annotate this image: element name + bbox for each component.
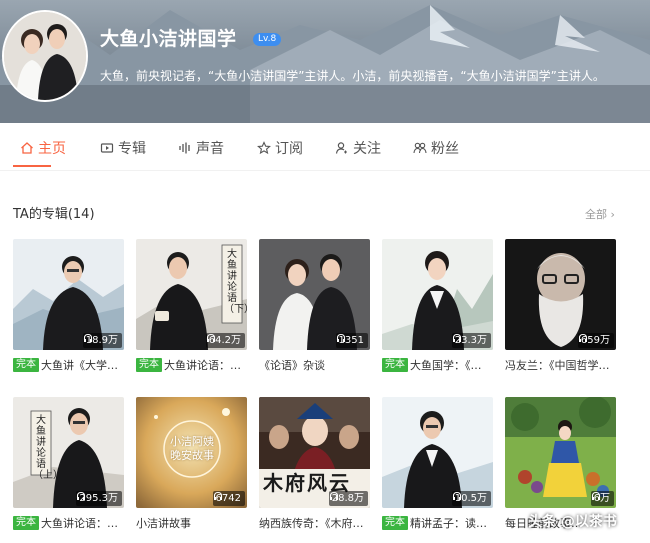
profile-title: 大鱼小洁讲国学 xyxy=(100,28,237,50)
headphone-icon xyxy=(336,333,345,342)
headphone-icon xyxy=(213,491,222,500)
level-badge: Lv.8 xyxy=(253,33,282,46)
cover-text: 大鱼讲论语（上） xyxy=(33,415,63,481)
view-all-label: 全部 xyxy=(585,208,607,221)
tab-sounds[interactable]: 声音 xyxy=(178,136,224,160)
profile-description: 大鱼，前央视记者，“大鱼小洁讲国学”主讲人。小洁，前央视播音，“大鱼小洁讲国学”… xyxy=(100,69,605,83)
album-title: 大鱼讲《大学… xyxy=(41,359,118,372)
section-title: TA的专辑(14) xyxy=(13,207,95,222)
tab-home[interactable]: 主页 xyxy=(20,136,66,160)
profile-banner: 大鱼小洁讲国学 Lv.8 大鱼，前央视记者，“大鱼小洁讲国学”主讲人。小洁，前央… xyxy=(0,0,650,123)
album-cover[interactable]: 木府风云 28.8万 xyxy=(259,397,370,508)
album-cover[interactable]: 10.5万 xyxy=(382,397,493,508)
play-count: 6742 xyxy=(212,491,245,506)
chevron-right-icon: › xyxy=(610,208,615,221)
play-count: 64.2万 xyxy=(205,333,245,348)
tab-subscriptions-label: 订阅 xyxy=(275,141,303,157)
headphone-icon xyxy=(206,333,215,342)
album-cover[interactable]: 大鱼讲论语（下） 64.2万 xyxy=(136,239,247,350)
active-tab-indicator xyxy=(13,165,51,167)
tab-home-label: 主页 xyxy=(38,141,66,157)
avatar[interactable] xyxy=(2,10,88,102)
album-cover[interactable]: 23.3万 xyxy=(382,239,493,350)
star-icon xyxy=(257,141,271,155)
play-count: 295.3万 xyxy=(76,491,122,506)
headphone-icon xyxy=(578,333,587,342)
album-caption[interactable]: 完本 精讲孟子：读… xyxy=(382,515,493,531)
album-title: 小洁讲故事 xyxy=(136,517,191,530)
headphone-icon xyxy=(452,491,461,500)
play-count: 1351 xyxy=(335,333,368,348)
album-card[interactable]: 18.9万 完本 大鱼讲《大学… xyxy=(13,239,124,379)
completed-badge: 完本 xyxy=(136,358,162,372)
tabs-divider xyxy=(0,170,650,171)
completed-badge: 完本 xyxy=(13,516,39,530)
tab-subscriptions[interactable]: 订阅 xyxy=(257,136,303,160)
play-count: 23.3万 xyxy=(451,333,491,348)
album-card[interactable]: 659万 冯友兰：《中国哲学… xyxy=(505,239,616,379)
album-card[interactable]: 大鱼讲论语（下） 64.2万 完本大鱼讲论语：… xyxy=(136,239,247,379)
completed-badge: 完本 xyxy=(382,358,408,372)
tab-fans[interactable]: 粉丝 xyxy=(413,136,459,160)
headphone-icon xyxy=(83,333,92,342)
fans-icon xyxy=(413,142,427,154)
album-card[interactable]: 木府风云 28.8万 纳西族传奇：《木府… xyxy=(259,397,370,537)
album-title: 大鱼讲论语：… xyxy=(41,517,118,530)
headphone-icon xyxy=(77,491,86,500)
tab-following-label: 关注 xyxy=(353,141,381,157)
album-title: 冯友兰：《中国哲学… xyxy=(505,359,610,372)
album-cover[interactable]: 大鱼讲论语（上） 295.3万 xyxy=(13,397,124,508)
profile-tabs: 主页 专辑 声音 订阅 关注 粉丝 xyxy=(0,128,650,168)
album-cover[interactable]: 659万 xyxy=(505,239,616,350)
play-count: 18.9万 xyxy=(82,333,122,348)
person-add-icon xyxy=(335,142,347,154)
cover-text: 大鱼讲论语（下） xyxy=(224,249,247,315)
album-cover[interactable]: 18.9万 xyxy=(13,239,124,350)
album-title: 大鱼国学：《… xyxy=(410,359,482,372)
album-caption[interactable]: 《论语》杂谈 xyxy=(259,357,370,373)
watermark: 头条 @以茶书 xyxy=(528,514,617,530)
completed-badge: 完本 xyxy=(382,516,408,530)
headphone-icon xyxy=(452,333,461,342)
sound-wave-icon xyxy=(179,142,190,154)
play-count: 28.8万 xyxy=(328,491,368,506)
album-cover[interactable]: 6万 xyxy=(505,397,616,508)
view-all-link[interactable]: 全部 › xyxy=(585,206,615,222)
mountain-background xyxy=(0,5,650,123)
play-count: 10.5万 xyxy=(451,491,491,506)
album-card[interactable]: 1351 《论语》杂谈 xyxy=(259,239,370,379)
completed-badge: 完本 xyxy=(13,358,39,372)
album-caption[interactable]: 完本 大鱼国学：《… xyxy=(382,357,493,373)
tab-fans-label: 粉丝 xyxy=(431,141,459,157)
tab-following[interactable]: 关注 xyxy=(335,136,381,160)
album-caption[interactable]: 冯友兰：《中国哲学… xyxy=(505,357,616,373)
album-title: 《论语》杂谈 xyxy=(259,359,325,372)
album-caption[interactable]: 小洁讲故事 xyxy=(136,515,247,531)
home-icon xyxy=(21,142,33,154)
headphone-icon xyxy=(591,491,600,500)
album-title: 纳西族传奇：《木府… xyxy=(259,517,364,530)
album-card[interactable]: 小洁阿姨晚安故事 6742 小洁讲故事 xyxy=(136,397,247,537)
tab-albums-label: 专辑 xyxy=(118,141,146,157)
play-count: 6万 xyxy=(590,491,614,506)
tab-albums[interactable]: 专辑 xyxy=(100,136,146,160)
album-caption[interactable]: 完本 大鱼讲论语：… xyxy=(136,357,247,373)
album-cover[interactable]: 小洁阿姨晚安故事 6742 xyxy=(136,397,247,508)
album-title: 大鱼讲论语：… xyxy=(164,359,241,372)
album-caption[interactable]: 完本 大鱼讲《大学… xyxy=(13,357,124,373)
album-cover[interactable]: 1351 xyxy=(259,239,370,350)
headphone-icon xyxy=(329,491,338,500)
cover-text: 小洁阿姨晚安故事 xyxy=(170,435,214,462)
album-title: 精讲孟子：读… xyxy=(410,517,487,530)
tab-sounds-label: 声音 xyxy=(196,141,224,157)
album-caption[interactable]: 完本 大鱼讲论语：… xyxy=(13,515,124,531)
play-count: 659万 xyxy=(577,333,614,348)
album-icon xyxy=(100,143,114,153)
album-card[interactable]: 23.3万 完本 大鱼国学：《… xyxy=(382,239,493,379)
album-card[interactable]: 大鱼讲论语（上） 295.3万 完本 大鱼讲论语：… xyxy=(13,397,124,537)
album-caption[interactable]: 纳西族传奇：《木府… xyxy=(259,515,370,531)
album-card[interactable]: 10.5万 完本 精讲孟子：读… xyxy=(382,397,493,537)
